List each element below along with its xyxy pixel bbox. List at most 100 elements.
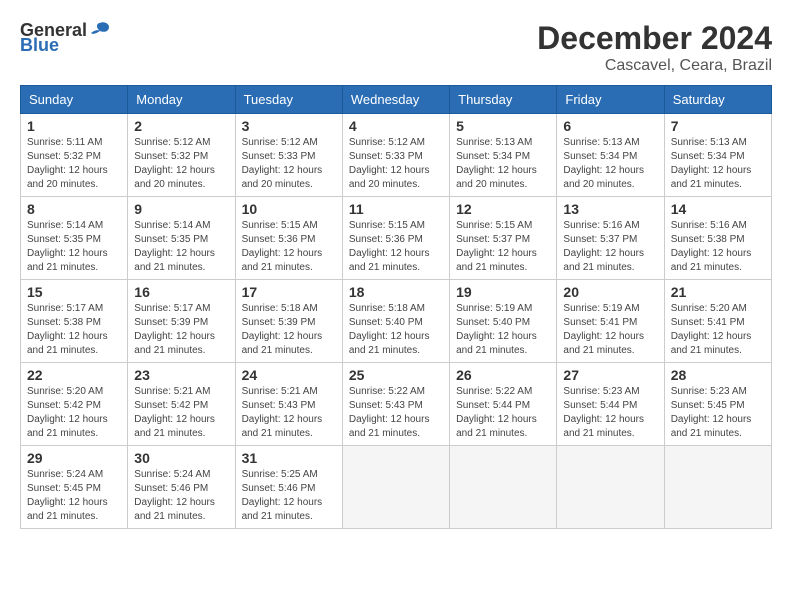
sunrise-label: Sunrise: 5:18 AM — [242, 302, 336, 316]
sunset-label: Sunset: 5:39 PM — [242, 316, 336, 330]
day-info: Sunrise: 5:21 AM Sunset: 5:42 PM Dayligh… — [134, 385, 228, 441]
sunset-label: Sunset: 5:42 PM — [134, 399, 228, 413]
sunset-label: Sunset: 5:39 PM — [134, 316, 228, 330]
col-friday: Friday — [557, 86, 664, 114]
day-number: 5 — [456, 118, 550, 134]
table-cell — [664, 446, 771, 529]
daylight-label: Daylight: 12 hours and 21 minutes. — [563, 413, 657, 441]
day-number: 31 — [242, 450, 336, 466]
sunrise-label: Sunrise: 5:13 AM — [671, 136, 765, 150]
daylight-label: Daylight: 12 hours and 21 minutes. — [456, 413, 550, 441]
table-cell: 27 Sunrise: 5:23 AM Sunset: 5:44 PM Dayl… — [557, 363, 664, 446]
day-number: 25 — [349, 367, 443, 383]
sunrise-label: Sunrise: 5:12 AM — [134, 136, 228, 150]
day-number: 10 — [242, 201, 336, 217]
sunset-label: Sunset: 5:41 PM — [671, 316, 765, 330]
day-number: 24 — [242, 367, 336, 383]
sunrise-label: Sunrise: 5:24 AM — [27, 468, 121, 482]
day-number: 13 — [563, 201, 657, 217]
daylight-label: Daylight: 12 hours and 21 minutes. — [134, 496, 228, 524]
sunset-label: Sunset: 5:32 PM — [27, 150, 121, 164]
day-info: Sunrise: 5:24 AM Sunset: 5:45 PM Dayligh… — [27, 468, 121, 524]
sunrise-label: Sunrise: 5:22 AM — [456, 385, 550, 399]
logo-blue-text: Blue — [20, 35, 59, 56]
day-info: Sunrise: 5:16 AM Sunset: 5:37 PM Dayligh… — [563, 219, 657, 275]
table-cell: 5 Sunrise: 5:13 AM Sunset: 5:34 PM Dayli… — [450, 114, 557, 197]
sunset-label: Sunset: 5:38 PM — [27, 316, 121, 330]
daylight-label: Daylight: 12 hours and 21 minutes. — [242, 413, 336, 441]
daylight-label: Daylight: 12 hours and 21 minutes. — [671, 164, 765, 192]
sunset-label: Sunset: 5:36 PM — [349, 233, 443, 247]
calendar-row: 8 Sunrise: 5:14 AM Sunset: 5:35 PM Dayli… — [21, 197, 772, 280]
table-cell: 31 Sunrise: 5:25 AM Sunset: 5:46 PM Dayl… — [235, 446, 342, 529]
sunset-label: Sunset: 5:45 PM — [671, 399, 765, 413]
sunset-label: Sunset: 5:43 PM — [242, 399, 336, 413]
sunset-label: Sunset: 5:35 PM — [27, 233, 121, 247]
col-saturday: Saturday — [664, 86, 771, 114]
sunset-label: Sunset: 5:44 PM — [563, 399, 657, 413]
sunrise-label: Sunrise: 5:22 AM — [349, 385, 443, 399]
sunrise-label: Sunrise: 5:18 AM — [349, 302, 443, 316]
sunset-label: Sunset: 5:41 PM — [563, 316, 657, 330]
table-cell: 21 Sunrise: 5:20 AM Sunset: 5:41 PM Dayl… — [664, 280, 771, 363]
sunset-label: Sunset: 5:40 PM — [456, 316, 550, 330]
sunrise-label: Sunrise: 5:17 AM — [27, 302, 121, 316]
table-cell: 19 Sunrise: 5:19 AM Sunset: 5:40 PM Dayl… — [450, 280, 557, 363]
daylight-label: Daylight: 12 hours and 21 minutes. — [242, 247, 336, 275]
table-cell: 22 Sunrise: 5:20 AM Sunset: 5:42 PM Dayl… — [21, 363, 128, 446]
title-area: December 2024 Cascavel, Ceara, Brazil — [537, 20, 772, 75]
table-cell: 28 Sunrise: 5:23 AM Sunset: 5:45 PM Dayl… — [664, 363, 771, 446]
day-info: Sunrise: 5:25 AM Sunset: 5:46 PM Dayligh… — [242, 468, 336, 524]
table-cell: 4 Sunrise: 5:12 AM Sunset: 5:33 PM Dayli… — [342, 114, 449, 197]
day-info: Sunrise: 5:23 AM Sunset: 5:45 PM Dayligh… — [671, 385, 765, 441]
sunrise-label: Sunrise: 5:25 AM — [242, 468, 336, 482]
sunset-label: Sunset: 5:35 PM — [134, 233, 228, 247]
table-cell: 10 Sunrise: 5:15 AM Sunset: 5:36 PM Dayl… — [235, 197, 342, 280]
daylight-label: Daylight: 12 hours and 21 minutes. — [134, 247, 228, 275]
daylight-label: Daylight: 12 hours and 21 minutes. — [456, 330, 550, 358]
sunset-label: Sunset: 5:32 PM — [134, 150, 228, 164]
calendar-table: Sunday Monday Tuesday Wednesday Thursday… — [20, 85, 772, 529]
day-number: 8 — [27, 201, 121, 217]
day-number: 22 — [27, 367, 121, 383]
day-info: Sunrise: 5:22 AM Sunset: 5:43 PM Dayligh… — [349, 385, 443, 441]
daylight-label: Daylight: 12 hours and 21 minutes. — [27, 247, 121, 275]
day-number: 3 — [242, 118, 336, 134]
day-number: 2 — [134, 118, 228, 134]
sunset-label: Sunset: 5:38 PM — [671, 233, 765, 247]
day-info: Sunrise: 5:16 AM Sunset: 5:38 PM Dayligh… — [671, 219, 765, 275]
table-cell — [342, 446, 449, 529]
day-info: Sunrise: 5:23 AM Sunset: 5:44 PM Dayligh… — [563, 385, 657, 441]
day-info: Sunrise: 5:17 AM Sunset: 5:38 PM Dayligh… — [27, 302, 121, 358]
day-info: Sunrise: 5:12 AM Sunset: 5:33 PM Dayligh… — [349, 136, 443, 192]
table-cell: 2 Sunrise: 5:12 AM Sunset: 5:32 PM Dayli… — [128, 114, 235, 197]
day-info: Sunrise: 5:18 AM Sunset: 5:39 PM Dayligh… — [242, 302, 336, 358]
table-cell: 1 Sunrise: 5:11 AM Sunset: 5:32 PM Dayli… — [21, 114, 128, 197]
col-monday: Monday — [128, 86, 235, 114]
day-number: 20 — [563, 284, 657, 300]
sunset-label: Sunset: 5:37 PM — [456, 233, 550, 247]
day-info: Sunrise: 5:17 AM Sunset: 5:39 PM Dayligh… — [134, 302, 228, 358]
sunrise-label: Sunrise: 5:12 AM — [242, 136, 336, 150]
daylight-label: Daylight: 12 hours and 21 minutes. — [27, 496, 121, 524]
sunrise-label: Sunrise: 5:21 AM — [242, 385, 336, 399]
daylight-label: Daylight: 12 hours and 21 minutes. — [456, 247, 550, 275]
sunrise-label: Sunrise: 5:15 AM — [242, 219, 336, 233]
day-number: 11 — [349, 201, 443, 217]
table-cell: 14 Sunrise: 5:16 AM Sunset: 5:38 PM Dayl… — [664, 197, 771, 280]
daylight-label: Daylight: 12 hours and 21 minutes. — [671, 330, 765, 358]
day-number: 16 — [134, 284, 228, 300]
sunrise-label: Sunrise: 5:24 AM — [134, 468, 228, 482]
day-number: 4 — [349, 118, 443, 134]
sunset-label: Sunset: 5:33 PM — [349, 150, 443, 164]
table-cell: 17 Sunrise: 5:18 AM Sunset: 5:39 PM Dayl… — [235, 280, 342, 363]
day-info: Sunrise: 5:11 AM Sunset: 5:32 PM Dayligh… — [27, 136, 121, 192]
day-number: 9 — [134, 201, 228, 217]
logo-bird-icon — [89, 21, 111, 41]
day-number: 17 — [242, 284, 336, 300]
day-number: 26 — [456, 367, 550, 383]
calendar-row: 1 Sunrise: 5:11 AM Sunset: 5:32 PM Dayli… — [21, 114, 772, 197]
day-info: Sunrise: 5:12 AM Sunset: 5:33 PM Dayligh… — [242, 136, 336, 192]
sunrise-label: Sunrise: 5:19 AM — [456, 302, 550, 316]
sunset-label: Sunset: 5:34 PM — [563, 150, 657, 164]
